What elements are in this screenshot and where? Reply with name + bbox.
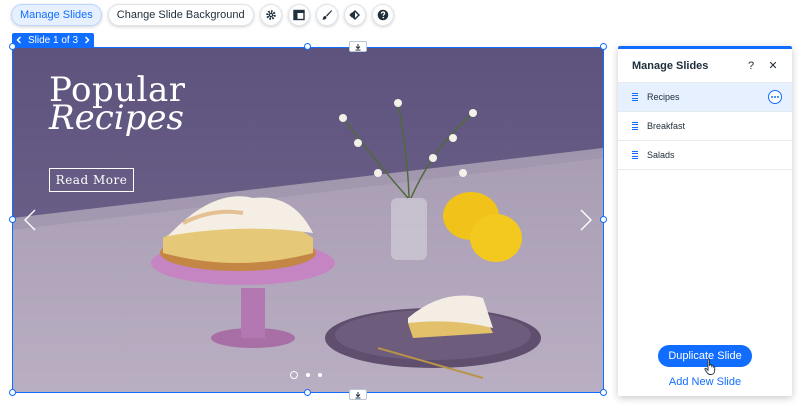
resize-handle[interactable] [600,216,607,223]
slide-list-item-label: Breakfast [647,121,686,131]
stretch-handle-top[interactable] [349,41,367,52]
chevron-left-icon [24,209,36,231]
read-more-button[interactable]: Read More [49,168,134,192]
slideshow-frame[interactable]: Popular Recipes Read More [12,47,604,393]
manage-slides-panel: Manage Slides ? ✕ Recipes Breakfast Sala… [618,46,792,396]
drag-handle-icon[interactable] [632,93,638,101]
pagination-dot[interactable] [290,371,298,379]
slide-indicator-tag: Slide 1 of 3 [12,33,95,47]
change-slide-background-button[interactable]: Change Slide Background [107,4,254,26]
chevron-right-icon [85,36,90,44]
layout-button[interactable] [287,4,310,26]
help-icon[interactable]: ? [744,59,758,73]
next-slide-arrow[interactable] [579,208,593,232]
resize-handle[interactable] [9,43,16,50]
editor-toolbar: Manage Slides Change Slide Background [11,4,394,26]
resize-handle[interactable] [304,43,311,50]
previous-slide-arrow[interactable] [23,208,37,232]
resize-handle[interactable] [600,389,607,396]
hand-pointer-cursor-icon [704,358,716,375]
resize-handle[interactable] [9,389,16,396]
layout-icon [292,9,305,21]
pagination-dot[interactable] [306,373,310,377]
drag-handle-icon[interactable] [632,151,638,159]
slide-list-item-label: Salads [647,150,675,160]
manage-slides-button[interactable]: Manage Slides [11,4,102,26]
chevron-right-icon [580,209,592,231]
download-icon [355,43,361,50]
resize-handle[interactable] [600,43,607,50]
animation-icon [348,10,360,20]
panel-title: Manage Slides [632,59,709,72]
settings-button[interactable] [259,4,282,26]
add-new-slide-link[interactable]: Add New Slide [618,376,792,388]
gear-icon [265,10,276,20]
close-icon[interactable]: ✕ [766,59,780,73]
slide-list-item[interactable]: Recipes [618,83,792,112]
design-button[interactable] [315,4,338,26]
resize-handle[interactable] [304,389,311,396]
panel-header: Manage Slides ? ✕ [618,49,792,83]
slide-pagination-dots [290,371,322,379]
slide-title-line2: Recipes [49,98,184,138]
chevron-left-icon [16,36,22,44]
help-icon [377,9,388,21]
animation-button[interactable] [343,4,366,26]
slide-list-item-label: Recipes [647,92,680,102]
slide-indicator-label: Slide 1 of 3 [28,34,79,46]
stretch-handle-bottom[interactable] [349,389,367,400]
download-icon [355,391,361,398]
slide-list-item[interactable]: Breakfast [618,112,792,141]
pagination-dot[interactable] [318,373,322,377]
next-slide-tag-button[interactable] [80,33,94,47]
design-brush-icon [322,10,332,20]
slide-list-item[interactable]: Salads [618,141,792,170]
drag-handle-icon[interactable] [632,122,638,130]
help-button[interactable] [371,4,394,26]
more-actions-button[interactable] [768,90,782,104]
resize-handle[interactable] [9,216,16,223]
